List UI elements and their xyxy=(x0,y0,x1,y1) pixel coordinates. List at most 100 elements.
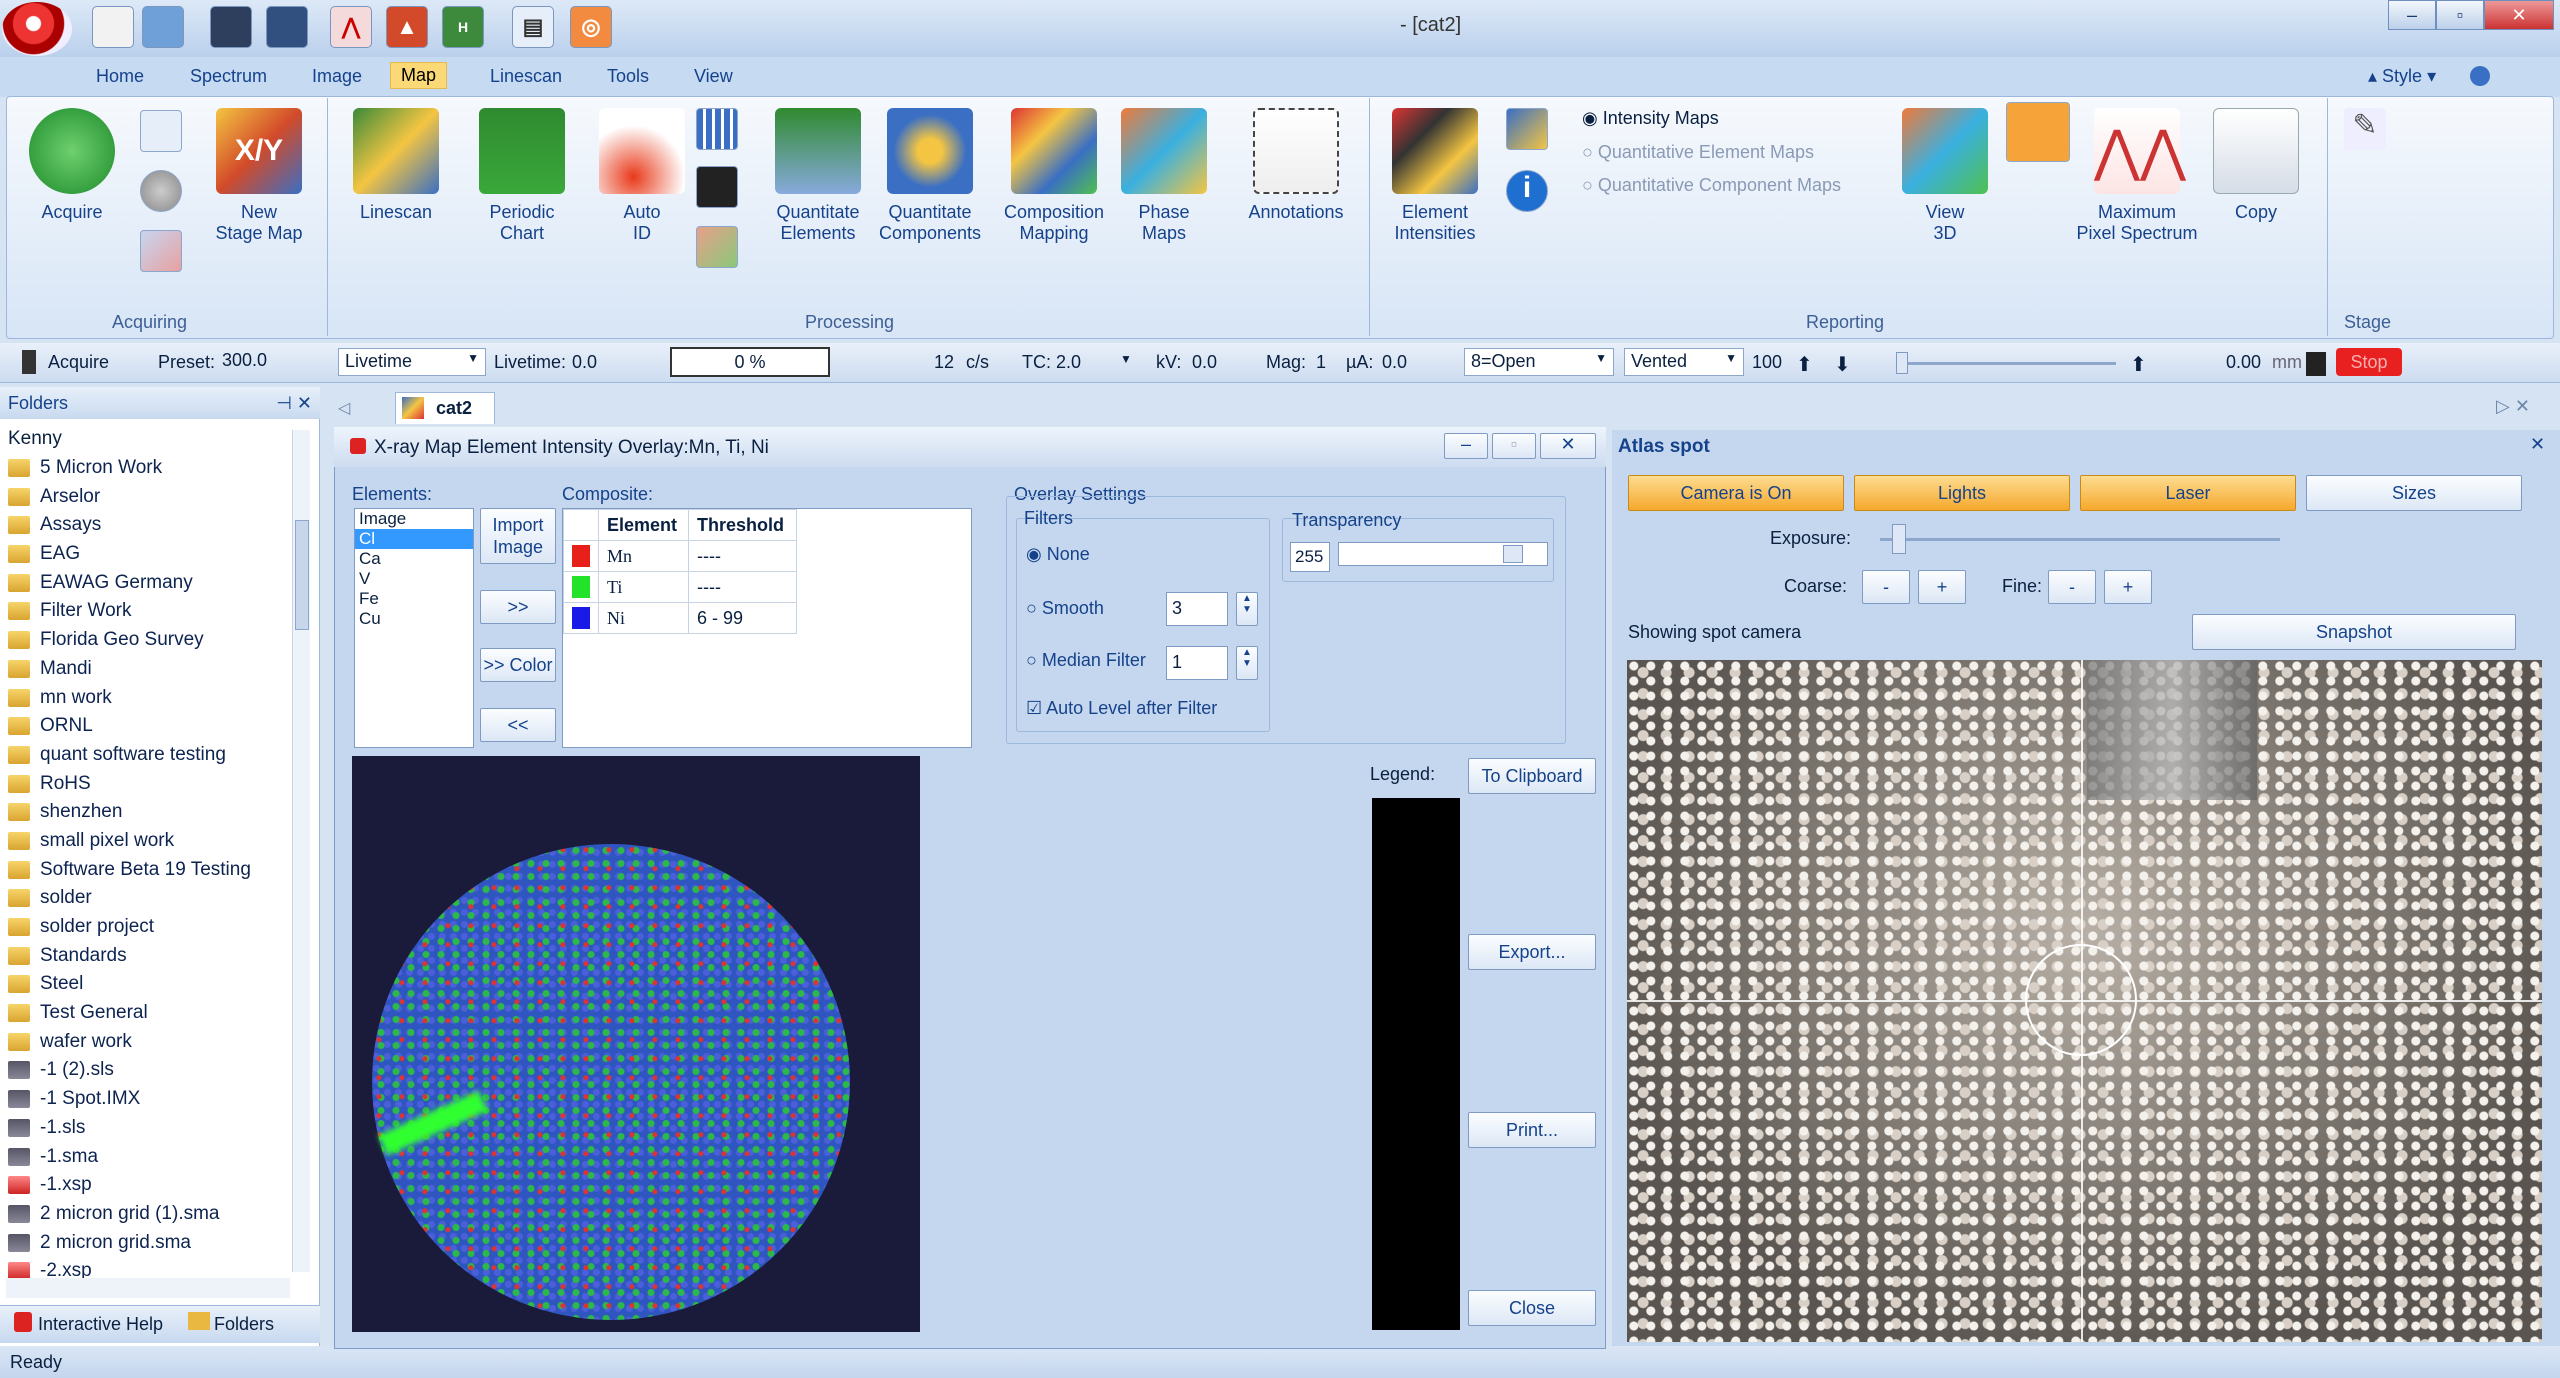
grid-dots-icon[interactable] xyxy=(696,108,738,150)
atlas-close-icon[interactable]: ✕ xyxy=(2530,434,2545,455)
table-row[interactable]: Ti ---- xyxy=(563,571,797,603)
radio-smooth[interactable]: ○ Smooth xyxy=(1026,598,1104,619)
stage-slider-track[interactable] xyxy=(1896,362,2116,365)
coarse-plus-button[interactable]: + xyxy=(1918,570,1966,604)
exposure-thumb[interactable] xyxy=(1892,524,1906,554)
phase-maps-button[interactable]: Phase Maps xyxy=(1106,108,1222,244)
to-clipboard-button[interactable]: To Clipboard xyxy=(1468,758,1596,794)
exposure-slider[interactable] xyxy=(1880,538,2280,541)
quantitate-components-button[interactable]: Quantitate Components xyxy=(872,108,988,244)
composition-mapping-button[interactable]: Composition Mapping xyxy=(996,108,1112,244)
element-list-item[interactable]: Ca xyxy=(355,549,473,569)
smooth-spinner[interactable]: ▲ ▼ xyxy=(1236,592,1258,626)
periodic-chart-button[interactable]: Periodic Chart xyxy=(464,108,580,244)
lights-button[interactable]: Lights xyxy=(1854,475,2070,511)
tab-image[interactable]: Image xyxy=(312,66,362,87)
maximize-button[interactable]: ▫ xyxy=(2436,0,2484,30)
color-swatch[interactable] xyxy=(572,545,590,567)
element-intensities-button[interactable]: Element Intensities xyxy=(1380,108,1490,244)
periodic-table-icon[interactable]: H xyxy=(442,6,484,48)
max-pixel-spectrum-button[interactable]: ⋀⋀ Maximum Pixel Spectrum xyxy=(2062,108,2212,244)
transparency-thumb[interactable] xyxy=(1503,545,1523,563)
style-menu[interactable]: ▴ Style ▾ xyxy=(2368,66,2436,87)
report-icon[interactable]: ▤ xyxy=(512,6,554,48)
toolbar-acquire[interactable]: Acquire xyxy=(48,352,109,373)
dialog-maximize-button[interactable]: ▫ xyxy=(1492,433,1536,459)
stop-button[interactable]: Stop xyxy=(2336,348,2402,376)
median-input[interactable]: 1 xyxy=(1166,646,1228,680)
gear-icon[interactable] xyxy=(140,170,182,212)
folders-scroll-thumb[interactable] xyxy=(295,520,309,630)
save-icon[interactable] xyxy=(210,6,252,48)
camera-on-button[interactable]: Camera is On xyxy=(1628,475,1844,511)
list-item[interactable]: shenzhen xyxy=(0,798,290,827)
list-item[interactable]: Steel xyxy=(0,970,290,999)
list-item[interactable]: Arselor xyxy=(0,483,290,512)
list-item[interactable]: -1.sma xyxy=(0,1143,290,1172)
list-item[interactable]: Software Beta 19 Testing xyxy=(0,856,290,885)
radio-none[interactable]: ◉ None xyxy=(1026,544,1090,565)
remove-button[interactable]: << xyxy=(480,708,556,742)
down-arrow-icon[interactable]: ⬇ xyxy=(1834,352,1851,377)
composite-grid[interactable]: Element Threshold Mn ---- Ti ---- Ni 6 - 99 xyxy=(562,508,972,748)
element-list-item[interactable]: V xyxy=(355,569,473,589)
view-3d-button[interactable]: View 3D xyxy=(1890,108,2000,244)
list-item[interactable]: wafer work xyxy=(0,1028,290,1057)
triangle-icon[interactable]: ▲ xyxy=(386,6,428,48)
hourglass-icon[interactable] xyxy=(2306,352,2326,376)
element-list-item[interactable]: Cl xyxy=(355,529,473,549)
list-item[interactable]: EAWAG Germany xyxy=(0,569,290,598)
folders-scrollbar[interactable] xyxy=(292,430,310,1272)
grid-small-icon[interactable] xyxy=(140,230,182,272)
list-item[interactable]: EAG xyxy=(0,540,290,569)
list-item[interactable]: 2 micron grid (1).sma xyxy=(0,1200,290,1229)
copy-button[interactable]: Copy xyxy=(2206,108,2306,223)
auto-level-checkbox[interactable]: ☑ Auto Level after Filter xyxy=(1026,698,1217,719)
auto-id-button[interactable]: Auto ID xyxy=(584,108,700,244)
tab-folders[interactable]: Folders xyxy=(214,1314,274,1335)
tab-view[interactable]: View xyxy=(694,66,733,87)
annotations-button[interactable]: Annotations xyxy=(1238,108,1354,223)
radio-median[interactable]: ○ Median Filter xyxy=(1026,650,1146,671)
report-small-icon[interactable] xyxy=(140,110,182,152)
list-item[interactable]: small pixel work xyxy=(0,827,290,856)
tab-linescan[interactable]: Linescan xyxy=(490,66,562,87)
help-icon[interactable] xyxy=(2470,66,2490,86)
spectrum-icon[interactable]: ⋀ xyxy=(330,6,372,48)
list-item[interactable]: -1 Spot.IMX xyxy=(0,1085,290,1114)
median-spinner[interactable]: ▲ ▼ xyxy=(1236,646,1258,680)
list-item[interactable]: Standards xyxy=(0,942,290,971)
list-item[interactable]: solder project xyxy=(0,913,290,942)
list-item[interactable]: quant software testing xyxy=(0,741,290,770)
up-arrow-icon[interactable]: ⬆ xyxy=(1796,352,1813,377)
tab-tools[interactable]: Tools xyxy=(607,66,649,87)
radio-quant-component-maps[interactable]: ○ Quantitative Component Maps xyxy=(1582,175,1841,196)
fine-minus-button[interactable]: - xyxy=(2048,570,2096,604)
transparency-value[interactable]: 255 xyxy=(1290,542,1330,572)
panel-close-icons[interactable]: ▷ ✕ xyxy=(2496,396,2530,417)
radio-intensity-maps[interactable]: ◉ Intensity Maps xyxy=(1582,108,1719,129)
element-list-item[interactable]: Image xyxy=(355,509,473,529)
red-dots-icon[interactable] xyxy=(696,166,738,208)
new-stage-map-button[interactable]: X/Y New Stage Map xyxy=(200,108,318,244)
list-item[interactable]: solder xyxy=(0,884,290,913)
list-item[interactable]: Mandi xyxy=(0,655,290,684)
color-swatch[interactable] xyxy=(572,607,590,629)
sizes-button[interactable]: Sizes xyxy=(2306,475,2522,511)
list-item[interactable]: ORNL xyxy=(0,712,290,741)
elements-listbox[interactable]: Image Cl Ca V Fe Cu xyxy=(354,508,474,748)
list-item[interactable]: RoHS xyxy=(0,770,290,799)
spectrum-highlight-icon[interactable] xyxy=(2006,102,2070,162)
livetime-select[interactable]: Livetime ▼ xyxy=(338,348,486,376)
quantitate-elements-button[interactable]: Quantitate Elements xyxy=(760,108,876,244)
list-item[interactable]: -1.xsp xyxy=(0,1171,290,1200)
snapshot-button[interactable]: Snapshot xyxy=(2192,614,2516,650)
element-list-item[interactable]: Cu xyxy=(355,609,473,629)
list-item[interactable]: -1 (2).sls xyxy=(0,1056,290,1085)
list-item[interactable]: 2 micron grid.sma xyxy=(0,1229,290,1258)
tab-spectrum[interactable]: Spectrum xyxy=(190,66,267,87)
preset-input[interactable]: 300.0 xyxy=(216,348,326,376)
app-menu-button[interactable] xyxy=(2,2,72,56)
pin-close-icon[interactable]: ⊣ ✕ xyxy=(276,393,312,414)
folders-hscrollbar[interactable] xyxy=(6,1278,290,1298)
